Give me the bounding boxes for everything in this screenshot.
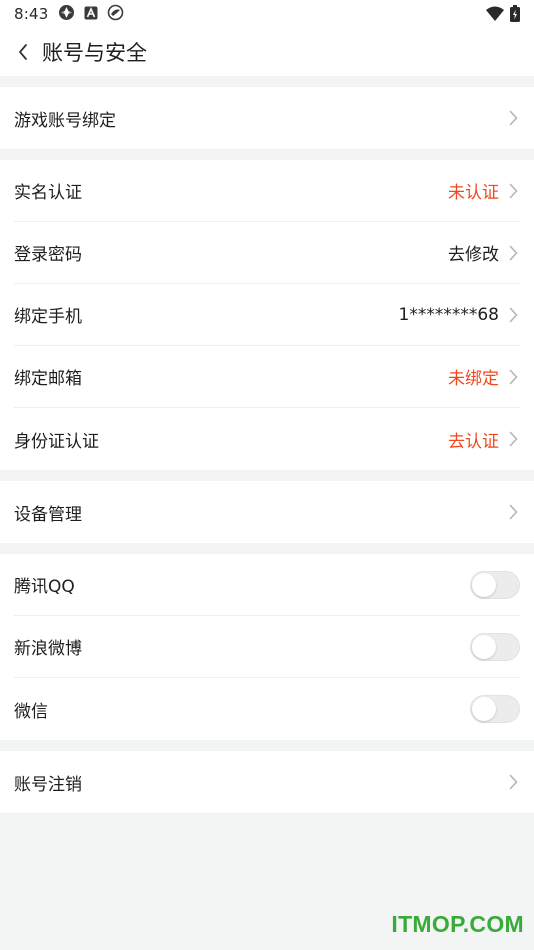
row-trailing (509, 503, 520, 521)
settings-row-wechat: 微信 (14, 678, 520, 740)
row-value: 去修改 (448, 245, 499, 265)
settings-row-bind-phone[interactable]: 绑定手机 1********68 (14, 284, 520, 346)
settings-group: 游戏账号绑定 (0, 87, 534, 149)
battery-icon (510, 5, 520, 26)
section-divider (0, 149, 534, 160)
row-trailing: 去修改 (448, 240, 520, 265)
row-trailing: 未绑定 (448, 364, 520, 389)
row-label: 实名认证 (14, 183, 82, 203)
settings-row-login-password[interactable]: 登录密码 去修改 (14, 222, 520, 284)
settings-group: 账号注销 (0, 751, 534, 813)
row-label: 设备管理 (14, 504, 82, 525)
network-status-icon (58, 4, 75, 25)
row-trailing (470, 632, 520, 661)
section-divider (0, 740, 534, 751)
row-trailing: 去认证 (448, 427, 520, 452)
row-value: 去认证 (448, 431, 499, 452)
row-value: 未绑定 (448, 369, 499, 389)
section-divider (0, 470, 534, 481)
toggle-knob (472, 634, 496, 659)
chevron-right-icon (509, 109, 519, 127)
settings-list: 游戏账号绑定 实名认证 未认证登录密码 去修改绑定手机 1********68 绑定邮箱 未… (0, 76, 534, 813)
settings-row-sina-weibo: 新浪微博 (14, 616, 520, 678)
chevron-right-icon (509, 182, 519, 200)
settings-row-id-card-verification[interactable]: 身份证认证 去认证 (14, 408, 520, 470)
row-label: 身份证认证 (14, 431, 99, 452)
row-label: 新浪微博 (14, 639, 82, 659)
bird-notification-icon (107, 4, 124, 25)
row-value: 未认证 (448, 183, 499, 203)
row-value: 1********68 (398, 304, 499, 325)
chevron-right-icon (509, 773, 519, 791)
page-title: 账号与安全 (42, 41, 147, 65)
chevron-right-icon (509, 244, 519, 262)
back-button[interactable] (12, 37, 34, 67)
chevron-right-icon (509, 430, 519, 448)
row-trailing (509, 773, 520, 791)
row-trailing: 未认证 (448, 178, 520, 203)
row-label: 绑定手机 (14, 307, 82, 327)
row-label: 腾讯QQ (14, 577, 75, 597)
status-system-icons (486, 5, 520, 26)
settings-row-tencent-qq: 腾讯QQ (14, 554, 520, 616)
chevron-right-icon (509, 503, 519, 521)
row-trailing (509, 109, 520, 127)
settings-row-account-cancellation[interactable]: 账号注销 (14, 751, 520, 813)
row-label: 账号注销 (14, 774, 82, 795)
row-trailing: 1********68 (399, 305, 520, 325)
chevron-right-icon (509, 306, 519, 324)
app-notification-icon (84, 5, 98, 24)
wifi-icon (486, 6, 504, 25)
toggle-knob (472, 572, 496, 597)
settings-row-device-management[interactable]: 设备管理 (14, 481, 520, 543)
toggle-switch-sina-weibo[interactable] (470, 632, 520, 661)
chevron-right-icon (509, 368, 519, 386)
settings-group: 实名认证 未认证登录密码 去修改绑定手机 1********68 绑定邮箱 未绑定身份证认… (0, 160, 534, 470)
settings-group: 设备管理 (0, 481, 534, 543)
section-divider (0, 543, 534, 554)
toggle-switch-tencent-qq[interactable] (470, 570, 520, 599)
settings-row-real-name-verification[interactable]: 实名认证 未认证 (14, 160, 520, 222)
status-bar: 8:43 (0, 0, 534, 28)
section-divider (0, 76, 534, 87)
settings-group: 腾讯QQ 新浪微博微信 (0, 554, 534, 740)
chevron-left-icon (19, 44, 27, 60)
settings-row-game-account-binding[interactable]: 游戏账号绑定 (14, 87, 520, 149)
toggle-switch-wechat[interactable] (470, 695, 520, 723)
row-label: 登录密码 (14, 245, 82, 265)
row-trailing (470, 695, 520, 723)
row-label: 微信 (14, 701, 48, 722)
top-app-bar: 账号与安全 (0, 28, 534, 76)
toggle-knob (472, 697, 496, 721)
row-label: 绑定邮箱 (14, 369, 82, 389)
status-notification-icons (58, 4, 124, 25)
settings-row-bind-email[interactable]: 绑定邮箱 未绑定 (14, 346, 520, 408)
row-trailing (470, 570, 520, 599)
row-label: 游戏账号绑定 (14, 110, 116, 131)
status-time: 8:43 (14, 5, 49, 23)
watermark: ITMOP.COM (391, 911, 524, 937)
